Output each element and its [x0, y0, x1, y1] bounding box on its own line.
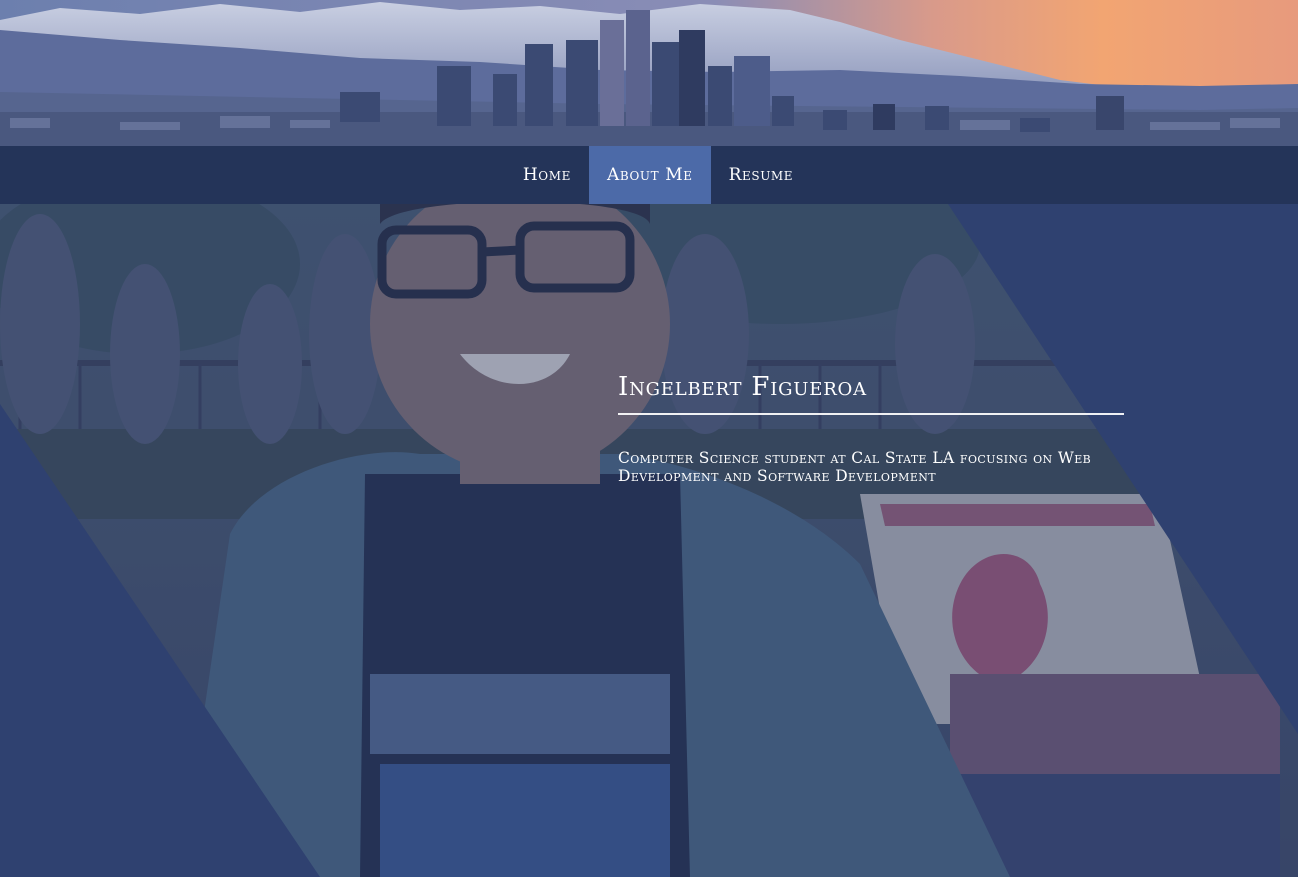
page: Home About Me Resume Ingelbert Figueroa …	[0, 0, 1298, 877]
nav-about-me-link[interactable]: About Me	[588, 146, 711, 204]
nav-menu: Home About Me Resume	[505, 146, 811, 204]
profile-name-heading: Ingelbert Figueroa	[618, 372, 1124, 416]
main-navbar: Home About Me Resume	[0, 146, 1298, 204]
nav-home-link[interactable]: Home	[505, 146, 589, 204]
city-skyline-image	[0, 0, 1298, 146]
profile-intro: Ingelbert Figueroa Computer Science stud…	[618, 372, 1124, 485]
about-hero: Ingelbert Figueroa Computer Science stud…	[0, 204, 1298, 877]
nav-resume-link[interactable]: Resume	[711, 146, 812, 204]
header-banner	[0, 0, 1298, 146]
profile-tagline: Computer Science student at Cal State LA…	[618, 449, 1092, 486]
profile-photo	[0, 204, 1298, 877]
